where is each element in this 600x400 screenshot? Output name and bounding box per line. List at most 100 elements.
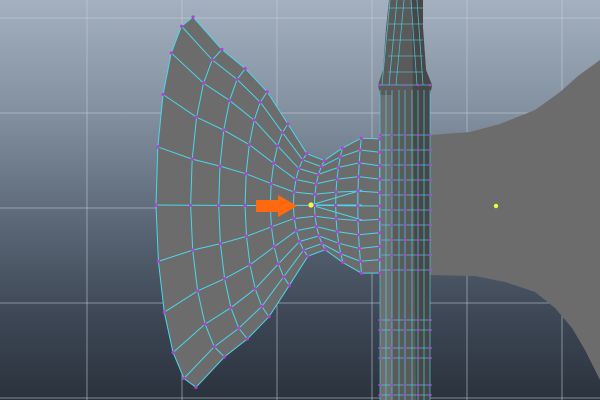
handle-vertex [428, 208, 432, 212]
mesh-vertex [338, 155, 342, 159]
mesh-vertex [243, 66, 247, 71]
handle-vertex [416, 268, 420, 272]
mesh-vertex [156, 259, 161, 263]
mesh-vertex [378, 204, 382, 208]
handle-vertex [390, 238, 394, 242]
handle-vertex [428, 318, 432, 322]
handle-vertex [378, 318, 382, 322]
mesh-vertex [320, 242, 324, 246]
mesh-vertex [235, 77, 239, 82]
mesh-vertex [154, 203, 158, 207]
mesh-vertex [297, 239, 302, 244]
handle-vertex [403, 208, 407, 212]
mesh-vertex [356, 189, 360, 193]
mesh-vertex [292, 216, 296, 221]
mesh-vertex [323, 248, 327, 252]
mirrored-blade[interactable] [430, 60, 600, 380]
handle-vertex [378, 346, 382, 350]
mesh-vertex [275, 144, 280, 148]
mesh-vertex [378, 271, 382, 275]
mesh-vertex [210, 58, 214, 62]
handle-vertex [390, 393, 394, 397]
selected-vertex[interactable] [308, 202, 314, 208]
mesh-vertex [356, 175, 361, 179]
mesh-vertex [359, 271, 364, 275]
mesh-vertex [169, 51, 173, 55]
mesh-vertex [301, 158, 305, 162]
axe-handle-mesh[interactable] [378, 0, 432, 400]
mesh-vertex [247, 143, 251, 147]
mesh-vertex [334, 190, 338, 194]
handle-vertex [403, 83, 407, 87]
handle-vertex [390, 163, 394, 167]
mesh-vertex [357, 246, 361, 251]
mesh-vertex [237, 326, 241, 330]
mesh-vertex [191, 15, 195, 19]
handle-vertex [428, 83, 432, 87]
handle-vertex [416, 253, 420, 257]
mesh-vertex [315, 225, 319, 229]
mesh-vertex [341, 260, 345, 265]
handle-vertex [416, 223, 420, 227]
mesh-vertex [314, 182, 318, 186]
mesh-vertex [286, 122, 290, 126]
mesh-vertex [301, 248, 306, 252]
handle-vertex [403, 328, 407, 332]
mesh-vertex [228, 98, 232, 103]
handle-vertex [403, 356, 407, 360]
mesh-vertex [194, 385, 198, 389]
mesh-vertex [313, 214, 317, 218]
handle-vertex [403, 238, 407, 242]
handle-vertex [390, 148, 394, 152]
mesh-vertex [339, 252, 343, 256]
mesh-vertex [282, 275, 286, 279]
mesh-vertex [337, 241, 341, 245]
mesh-vertex [378, 164, 382, 168]
handle-vertex [403, 268, 407, 272]
mesh-vertex [190, 157, 194, 161]
mesh-vertex [316, 172, 321, 177]
mesh-vertex [356, 233, 361, 237]
handle-vertex [428, 356, 432, 360]
handle-vertex [403, 193, 407, 197]
mesh-vertex [258, 100, 262, 104]
mesh-vertex [357, 161, 361, 165]
handle-vertex [416, 208, 420, 212]
handle-vertex [416, 356, 420, 360]
mesh-vertex [162, 310, 166, 314]
mesh-vertex [335, 229, 339, 234]
mesh-vertex [244, 234, 249, 238]
mesh-vertex [378, 258, 382, 262]
mesh-vertex [191, 248, 195, 252]
handle-vertex [390, 133, 394, 137]
handle-vertex [428, 393, 432, 397]
handle-vertex [428, 383, 432, 387]
handle-vertex [428, 133, 432, 137]
mesh-vertex [229, 306, 233, 310]
handle-vertex [416, 318, 420, 322]
mesh-vertex [335, 177, 339, 181]
pivot-point [493, 203, 499, 209]
handle-vertex [390, 193, 394, 197]
handle-vertex [428, 148, 432, 152]
handle-vertex [416, 346, 420, 350]
modeling-viewport[interactable] [0, 0, 600, 400]
viewport-canvas[interactable] [0, 0, 600, 400]
handle-vertex [403, 148, 407, 152]
handle-vertex [390, 178, 394, 182]
mesh-vertex [336, 165, 341, 169]
handle-vertex [428, 163, 432, 167]
handle-vertex [428, 193, 432, 197]
handle-vertex [390, 83, 394, 87]
handle-vertex [378, 83, 382, 87]
mesh-vertex [378, 137, 382, 141]
mesh-vertex [252, 118, 256, 122]
handle-vertex [416, 193, 420, 197]
handle-vertex [403, 178, 407, 182]
handle-vertex [378, 393, 382, 397]
mesh-vertex [253, 287, 257, 291]
mesh-vertex [223, 277, 227, 281]
mesh-vertex [378, 244, 382, 248]
handle-vertex [428, 178, 432, 182]
handle-vertex [403, 253, 407, 257]
